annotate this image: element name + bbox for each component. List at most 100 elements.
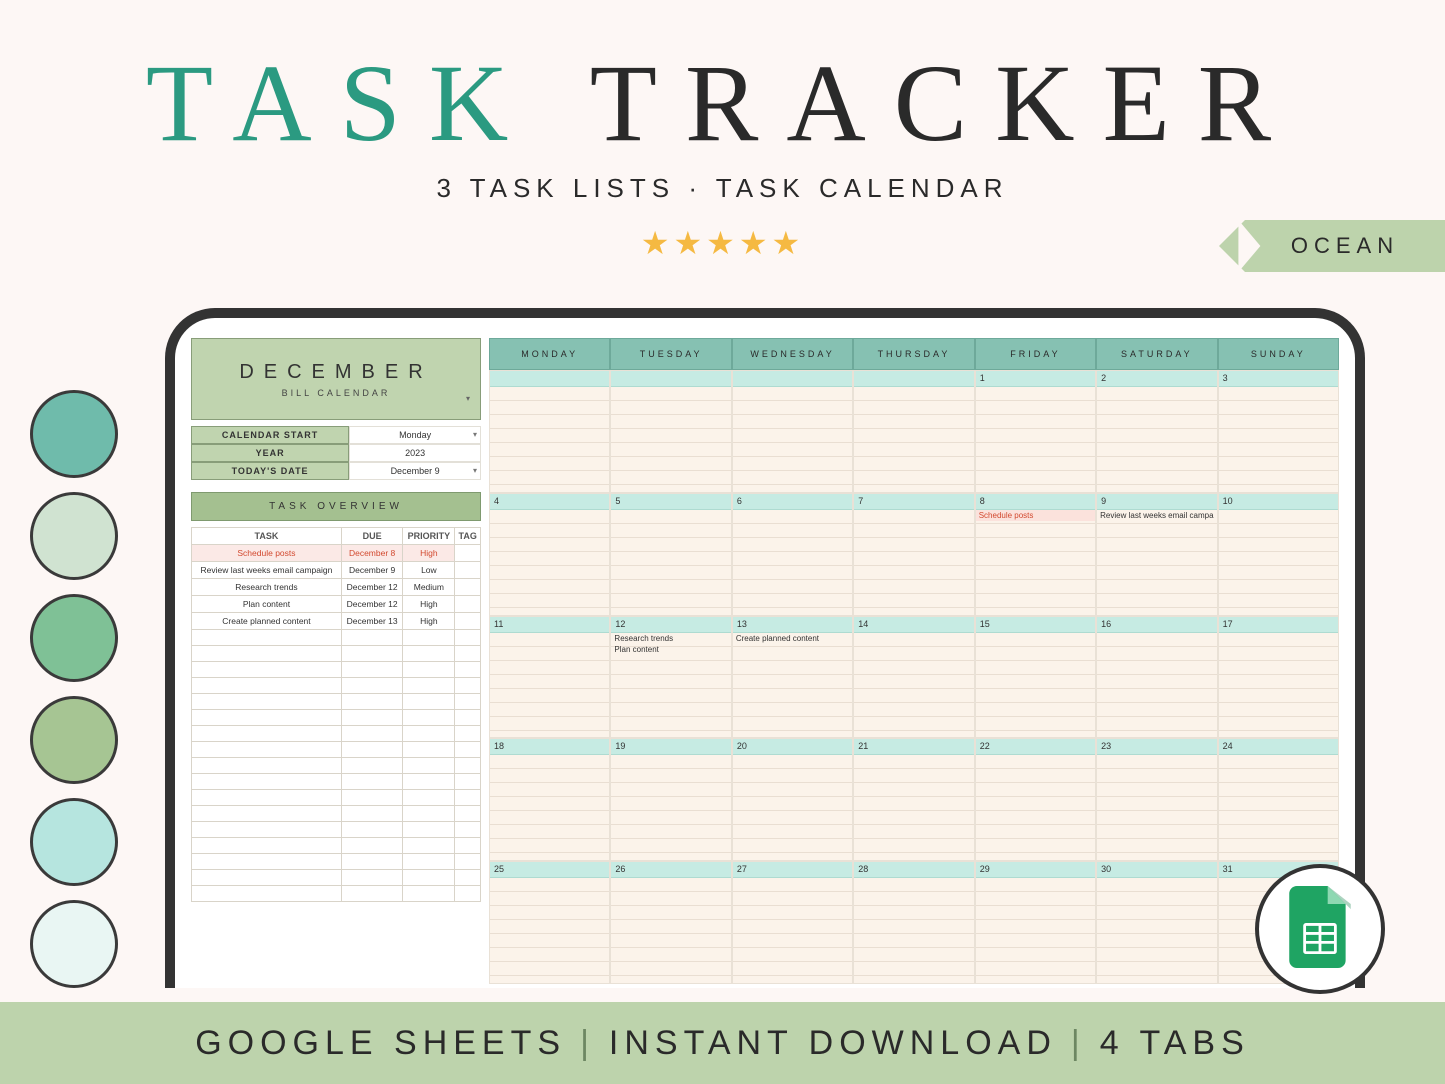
table-cell[interactable]: [341, 726, 402, 742]
calendar-day-cell[interactable]: 15: [975, 616, 1096, 739]
calendar-day-cell[interactable]: 24: [1218, 738, 1339, 861]
table-cell[interactable]: [192, 822, 342, 838]
table-row[interactable]: [192, 790, 481, 806]
calendar-day-cell[interactable]: 22: [975, 738, 1096, 861]
settings-value[interactable]: December 9▾: [349, 462, 481, 480]
table-cell[interactable]: Schedule posts: [192, 545, 342, 562]
calendar-task-entry[interactable]: Schedule posts: [976, 510, 1095, 521]
table-cell[interactable]: [455, 838, 481, 854]
table-cell[interactable]: [341, 694, 402, 710]
table-cell[interactable]: [341, 790, 402, 806]
settings-value[interactable]: 2023: [349, 444, 481, 462]
calendar-day-cell[interactable]: 4: [489, 493, 610, 616]
table-row[interactable]: [192, 678, 481, 694]
table-cell[interactable]: [455, 870, 481, 886]
calendar-day-cell[interactable]: 3: [1218, 370, 1339, 493]
calendar-day-cell[interactable]: 16: [1096, 616, 1217, 739]
table-cell[interactable]: [192, 790, 342, 806]
table-cell[interactable]: December 8: [341, 545, 402, 562]
table-cell[interactable]: Review last weeks email campaign: [192, 562, 342, 579]
table-cell[interactable]: [455, 545, 481, 562]
table-cell[interactable]: [403, 646, 455, 662]
calendar-day-cell[interactable]: 13Create planned content: [732, 616, 853, 739]
table-cell[interactable]: [455, 710, 481, 726]
table-row[interactable]: [192, 838, 481, 854]
table-cell[interactable]: [192, 662, 342, 678]
table-cell[interactable]: [403, 742, 455, 758]
table-row[interactable]: [192, 806, 481, 822]
table-cell[interactable]: [341, 838, 402, 854]
table-row[interactable]: [192, 694, 481, 710]
month-selector[interactable]: DECEMBER BILL CALENDAR ▾: [191, 338, 481, 420]
calendar-day-cell[interactable]: 9Review last weeks email campa: [1096, 493, 1217, 616]
table-cell[interactable]: [403, 662, 455, 678]
calendar-day-cell[interactable]: 30: [1096, 861, 1217, 984]
calendar-day-cell[interactable]: 6: [732, 493, 853, 616]
table-cell[interactable]: [192, 630, 342, 646]
table-cell[interactable]: December 12: [341, 579, 402, 596]
table-cell[interactable]: [192, 774, 342, 790]
table-cell[interactable]: [403, 710, 455, 726]
table-cell[interactable]: [403, 854, 455, 870]
table-cell[interactable]: High: [403, 613, 455, 630]
table-cell[interactable]: [455, 726, 481, 742]
calendar-day-cell[interactable]: 2: [1096, 370, 1217, 493]
table-cell[interactable]: [192, 758, 342, 774]
table-row[interactable]: [192, 662, 481, 678]
table-row[interactable]: Review last weeks email campaignDecember…: [192, 562, 481, 579]
table-row[interactable]: [192, 726, 481, 742]
table-row[interactable]: Research trendsDecember 12Medium: [192, 579, 481, 596]
table-cell[interactable]: [403, 630, 455, 646]
table-cell[interactable]: [192, 678, 342, 694]
table-cell[interactable]: [403, 806, 455, 822]
table-cell[interactable]: [341, 662, 402, 678]
table-cell[interactable]: [192, 854, 342, 870]
calendar-day-cell[interactable]: 20: [732, 738, 853, 861]
table-row[interactable]: Schedule postsDecember 8High: [192, 545, 481, 562]
table-cell[interactable]: [192, 694, 342, 710]
table-cell[interactable]: Plan content: [192, 596, 342, 613]
calendar-day-cell[interactable]: [610, 370, 731, 493]
table-row[interactable]: [192, 822, 481, 838]
table-cell[interactable]: [403, 774, 455, 790]
table-cell[interactable]: [341, 630, 402, 646]
table-cell[interactable]: [341, 758, 402, 774]
table-cell[interactable]: [455, 646, 481, 662]
table-cell[interactable]: [192, 806, 342, 822]
calendar-day-cell[interactable]: 27: [732, 861, 853, 984]
table-cell[interactable]: [455, 742, 481, 758]
table-row[interactable]: [192, 630, 481, 646]
table-cell[interactable]: [455, 694, 481, 710]
table-row[interactable]: Plan contentDecember 12High: [192, 596, 481, 613]
calendar-day-cell[interactable]: 8Schedule posts: [975, 493, 1096, 616]
table-cell[interactable]: [341, 854, 402, 870]
table-row[interactable]: [192, 646, 481, 662]
table-cell[interactable]: [455, 662, 481, 678]
table-cell[interactable]: [455, 758, 481, 774]
table-row[interactable]: [192, 758, 481, 774]
table-cell[interactable]: [341, 774, 402, 790]
table-cell[interactable]: [403, 694, 455, 710]
table-cell[interactable]: [455, 613, 481, 630]
table-cell[interactable]: Medium: [403, 579, 455, 596]
table-row[interactable]: [192, 710, 481, 726]
table-cell[interactable]: [192, 742, 342, 758]
table-cell[interactable]: High: [403, 596, 455, 613]
table-cell[interactable]: [341, 806, 402, 822]
table-row[interactable]: [192, 870, 481, 886]
table-cell[interactable]: High: [403, 545, 455, 562]
table-cell[interactable]: [455, 774, 481, 790]
table-cell[interactable]: [455, 854, 481, 870]
table-cell[interactable]: [192, 838, 342, 854]
calendar-day-cell[interactable]: 23: [1096, 738, 1217, 861]
calendar-task-entry[interactable]: Research trends: [611, 633, 730, 644]
table-cell[interactable]: [403, 838, 455, 854]
calendar-task-entry[interactable]: Plan content: [611, 644, 730, 655]
calendar-day-cell[interactable]: 10: [1218, 493, 1339, 616]
table-cell[interactable]: [341, 742, 402, 758]
table-cell[interactable]: [403, 886, 455, 902]
table-cell[interactable]: [341, 710, 402, 726]
table-cell[interactable]: [403, 726, 455, 742]
table-cell[interactable]: Create planned content: [192, 613, 342, 630]
calendar-day-cell[interactable]: [853, 370, 974, 493]
